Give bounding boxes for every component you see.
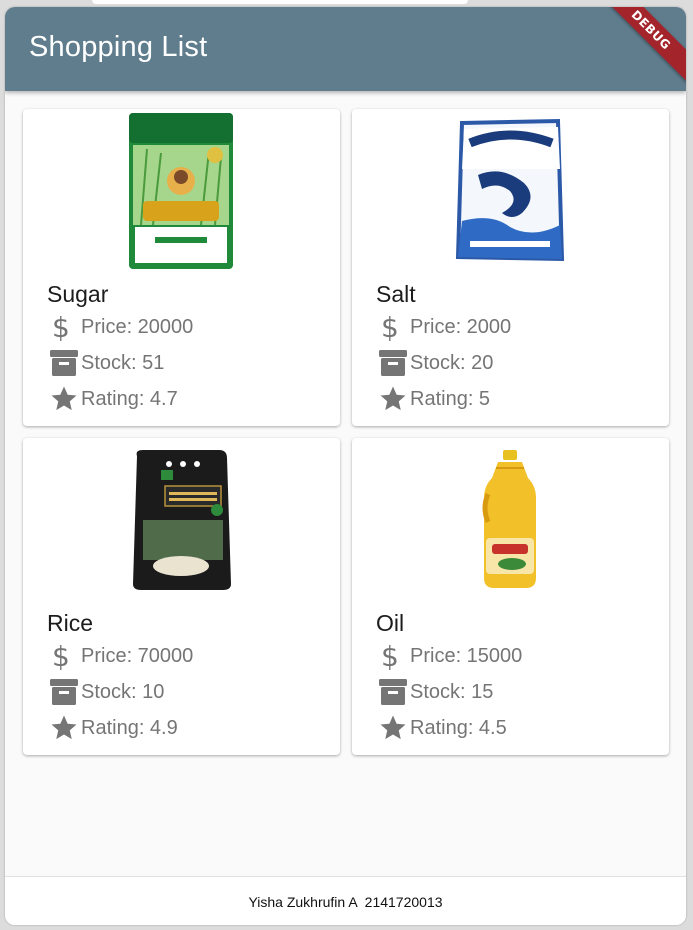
archive-box-icon — [378, 677, 410, 707]
stock-row: Stock: 15 — [378, 677, 493, 707]
browser-tab-edge — [92, 0, 468, 4]
product-name: Rice — [47, 610, 94, 636]
app-window: Shopping List DEBUG Sugar $ Price: 20000… — [5, 7, 686, 925]
star-icon — [378, 384, 410, 414]
page-title: Shopping List — [29, 31, 208, 63]
rating-row: Rating: 4.9 — [49, 713, 178, 743]
rating-label: Rating: 4.5 — [410, 716, 507, 739]
product-image — [23, 438, 340, 608]
price-row: $ Price: 70000 — [49, 641, 193, 671]
star-icon — [378, 713, 410, 743]
product-name: Salt — [376, 281, 416, 307]
svg-text:$: $ — [52, 312, 70, 342]
price-row: $ Price: 2000 — [378, 312, 511, 342]
dollar-icon: $ — [378, 641, 410, 671]
product-card-salt[interactable]: Salt $ Price: 2000 Stock: 20 Rating: 5 — [352, 109, 669, 426]
stock-label: Stock: 51 — [81, 351, 165, 374]
product-card-oil[interactable]: Oil $ Price: 15000 Stock: 15 Rating: 4.5 — [352, 438, 669, 755]
rating-row: Rating: 4.7 — [49, 384, 178, 414]
svg-text:$: $ — [381, 641, 399, 671]
svg-text:$: $ — [52, 641, 70, 671]
rating-label: Rating: 5 — [410, 387, 491, 410]
archive-box-icon — [49, 348, 81, 378]
product-card-rice[interactable]: Rice $ Price: 70000 Stock: 10 Rating: 4.… — [23, 438, 340, 755]
product-image — [352, 109, 669, 279]
oil-bottle-icon — [482, 450, 536, 588]
stock-row: Stock: 51 — [49, 348, 164, 378]
price-label: Price: 2000 — [410, 315, 512, 338]
dollar-icon: $ — [378, 312, 410, 342]
dollar-icon: $ — [49, 312, 81, 342]
archive-box-icon — [49, 677, 81, 707]
rating-row: Rating: 5 — [378, 384, 490, 414]
stock-row: Stock: 10 — [49, 677, 164, 707]
svg-text:$: $ — [381, 312, 399, 342]
product-grid: Sugar $ Price: 20000 Stock: 51 Rating: 4… — [23, 109, 669, 755]
product-card-sugar[interactable]: Sugar $ Price: 20000 Stock: 51 Rating: 4… — [23, 109, 340, 426]
stock-row: Stock: 20 — [378, 348, 493, 378]
rating-label: Rating: 4.9 — [81, 716, 178, 739]
product-name: Oil — [376, 610, 405, 636]
price-row: $ Price: 15000 — [378, 641, 522, 671]
rice-bag-icon — [133, 450, 231, 590]
price-label: Price: 70000 — [81, 644, 194, 667]
star-icon — [49, 713, 81, 743]
product-image — [352, 438, 669, 608]
app-bar: Shopping List — [5, 7, 686, 91]
sugar-package-icon — [129, 113, 233, 269]
product-image — [23, 109, 340, 279]
stock-label: Stock: 15 — [410, 680, 494, 703]
product-name: Sugar — [47, 281, 109, 307]
stock-label: Stock: 10 — [81, 680, 165, 703]
price-label: Price: 20000 — [81, 315, 194, 338]
salt-package-icon — [455, 118, 565, 262]
footer-bar: Yisha Zukhrufin A 2141720013 — [5, 876, 686, 925]
star-icon — [49, 384, 81, 414]
price-row: $ Price: 20000 — [49, 312, 193, 342]
rating-label: Rating: 4.7 — [81, 387, 178, 410]
rating-row: Rating: 4.5 — [378, 713, 507, 743]
footer-credit: Yisha Zukhrufin A 2141720013 — [248, 893, 443, 910]
dollar-icon: $ — [49, 641, 81, 671]
stock-label: Stock: 20 — [410, 351, 494, 374]
archive-box-icon — [378, 348, 410, 378]
price-label: Price: 15000 — [410, 644, 523, 667]
